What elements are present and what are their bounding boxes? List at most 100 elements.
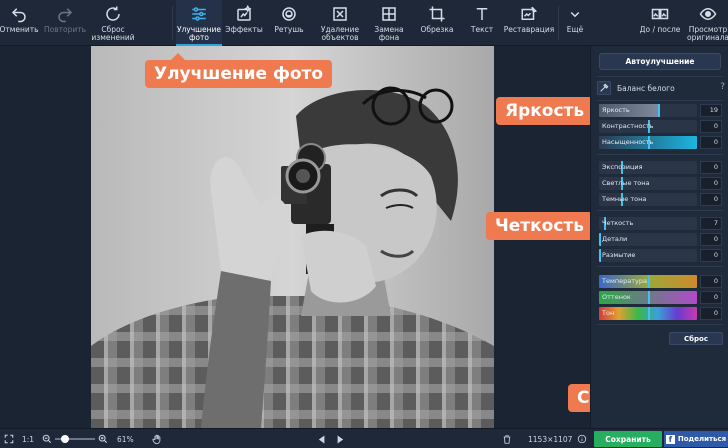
- previous-image-button[interactable]: [318, 429, 326, 448]
- photo-image[interactable]: [91, 46, 494, 428]
- toolbar-divider: [558, 6, 559, 40]
- slider-row: Насыщенность 0: [599, 136, 722, 149]
- delete-button[interactable]: [502, 429, 512, 448]
- slider-value-input[interactable]: 0: [700, 233, 722, 246]
- zoom-out-button[interactable]: [42, 429, 52, 448]
- slider-track[interactable]: Экспозиция: [599, 161, 697, 174]
- tab-enhance-label: Улучшение фото: [176, 25, 222, 42]
- tab-text[interactable]: Текст: [460, 0, 504, 46]
- tab-remove-objects[interactable]: Удаление объектов: [314, 0, 366, 46]
- tab-retouch-label: Ретушь: [274, 25, 304, 34]
- tab-retouch[interactable]: Ретушь: [266, 0, 312, 46]
- slider-track[interactable]: Четкость: [599, 217, 697, 230]
- slider-row: Светлые тона 0: [599, 177, 722, 190]
- zoom-in-icon: [98, 434, 108, 444]
- refresh-icon: [106, 6, 120, 21]
- slider-value-input[interactable]: 0: [700, 193, 722, 206]
- slider-row: Размытие 0: [599, 249, 722, 262]
- tab-replace-background-label: Замена фона: [374, 25, 404, 42]
- slider-track[interactable]: Детали: [599, 233, 697, 246]
- reset-changes-button[interactable]: Сброс изменений: [88, 0, 138, 46]
- slider-knob[interactable]: [648, 307, 650, 320]
- slider-value-input[interactable]: 0: [700, 275, 722, 288]
- eyedropper-button[interactable]: [597, 81, 611, 95]
- slider-value-input[interactable]: 0: [700, 120, 722, 133]
- slider-track[interactable]: Температура: [599, 275, 697, 288]
- slider-value-input[interactable]: 0: [700, 161, 722, 174]
- slider-value-input[interactable]: 0: [700, 291, 722, 304]
- slider-knob[interactable]: [599, 249, 601, 262]
- tab-restoration[interactable]: Реставрация: [502, 0, 556, 46]
- reset-button[interactable]: Сброс: [669, 332, 723, 345]
- zoom-slider[interactable]: [55, 429, 95, 448]
- callout-sharpness: Четкость: [486, 212, 601, 240]
- tab-crop-label: Обрезка: [420, 25, 454, 34]
- redo-icon: [58, 8, 73, 23]
- tab-effects[interactable]: Эффекты: [222, 0, 266, 46]
- slider-row: Детали 0: [599, 233, 722, 246]
- slider-knob[interactable]: [599, 233, 601, 246]
- photo-editor-window: Отменить Повторить Сброс изменений Улучш…: [0, 0, 728, 448]
- slider-knob[interactable]: [657, 104, 660, 117]
- slider-track[interactable]: Оттенок: [599, 291, 697, 304]
- slider-value-input[interactable]: 0: [700, 249, 722, 262]
- slider-label: Размытие: [602, 251, 636, 259]
- help-icon[interactable]: ?: [720, 82, 725, 92]
- slider-track[interactable]: Яркость: [599, 104, 697, 117]
- view-original-label: Просмотр оригинала: [687, 25, 728, 42]
- slider-track[interactable]: Размытие: [599, 249, 697, 262]
- hand-tool-button[interactable]: [152, 429, 162, 448]
- slider-label: Оттенок: [602, 293, 631, 301]
- eye-icon: [699, 7, 717, 21]
- panel-divider: [597, 324, 723, 325]
- next-image-button[interactable]: [336, 429, 344, 448]
- slider-value-input[interactable]: 0: [700, 307, 722, 320]
- slider-label: Четкость: [602, 219, 634, 227]
- tab-enhance[interactable]: Улучшение фото: [176, 0, 222, 46]
- text-icon: [476, 8, 488, 20]
- tab-replace-background[interactable]: Замена фона: [366, 0, 412, 46]
- slider-knob[interactable]: [648, 275, 650, 288]
- info-button[interactable]: [577, 429, 587, 448]
- tab-remove-objects-label: Удаление объектов: [320, 25, 360, 42]
- more-button[interactable]: Ещё: [560, 0, 590, 46]
- expand-icon: [4, 434, 14, 444]
- slider-value-input[interactable]: 0: [700, 136, 722, 149]
- slider-row: Четкость 7: [599, 217, 722, 230]
- slider-value-input[interactable]: 7: [700, 217, 722, 230]
- more-label: Ещё: [566, 25, 584, 34]
- actual-size-button[interactable]: 1:1: [22, 429, 34, 448]
- auto-enhance-button[interactable]: Автоулучшение: [599, 53, 721, 70]
- tab-crop[interactable]: Обрезка: [414, 0, 460, 46]
- panel-divider: [597, 210, 723, 211]
- undo-button[interactable]: Отменить: [0, 0, 39, 46]
- slider-knob[interactable]: [648, 291, 650, 304]
- slider-track[interactable]: Темные тона: [599, 193, 697, 206]
- save-button[interactable]: Сохранить: [594, 431, 662, 447]
- photo-canvas[interactable]: Улучшение фото Яркость Четкость Сохранит…: [0, 46, 690, 428]
- slider-track[interactable]: Контрастность: [599, 120, 697, 133]
- redo-label: Повторить: [43, 25, 87, 34]
- view-original-button[interactable]: Просмотр оригинала: [687, 0, 728, 46]
- slider-row: Темные тона 0: [599, 193, 722, 206]
- before-after-button[interactable]: До / после: [634, 0, 686, 46]
- slider-label: Тон: [602, 309, 615, 317]
- fullscreen-button[interactable]: [4, 429, 14, 448]
- slider-row: Оттенок 0: [599, 291, 722, 304]
- slider-track[interactable]: Насыщенность: [599, 136, 697, 149]
- slider-value-input[interactable]: 0: [700, 177, 722, 190]
- undo-icon: [11, 8, 26, 23]
- zoom-knob[interactable]: [61, 435, 69, 443]
- crop-icon: [429, 6, 445, 22]
- slider-track[interactable]: Тон: [599, 307, 697, 320]
- image-dimensions: 1153×1107: [528, 434, 573, 444]
- zoom-in-button[interactable]: [98, 429, 108, 448]
- background-icon: [382, 7, 396, 21]
- slider-row: Тон 0: [599, 307, 722, 320]
- slider-value-input[interactable]: 19: [700, 104, 722, 117]
- info-icon: [577, 434, 587, 444]
- redo-button[interactable]: Повторить: [40, 0, 90, 46]
- slider-track[interactable]: Светлые тона: [599, 177, 697, 190]
- slider-label: Яркость: [602, 106, 630, 114]
- share-button[interactable]: f Поделиться: [664, 431, 728, 447]
